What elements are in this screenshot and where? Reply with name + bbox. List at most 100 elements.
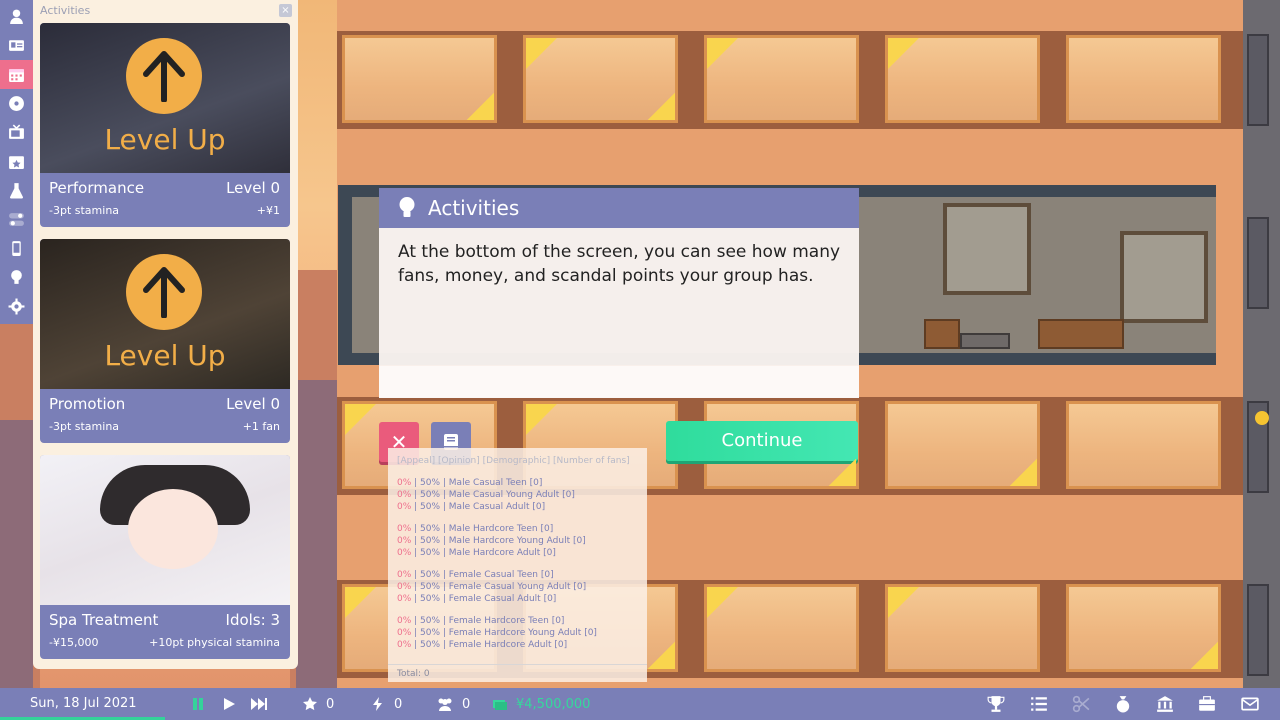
level-up-badge [126,254,202,330]
activity-card-spa-treatment[interactable]: Spa Treatment Idols: 3 -¥15,000 +10pt ph… [40,455,290,659]
continue-button[interactable]: Continue [666,421,858,461]
list-item: 0% | 50% | Male Casual Teen [0] [397,478,575,490]
elevator-indicator [1255,411,1269,425]
cardboard-box [1038,319,1124,349]
sidebar-item-idols[interactable] [0,2,33,31]
demographic-label: Male Hardcore Teen [0] [448,524,554,534]
phone-icon [12,241,21,256]
list-item: 0% | 50% | Female Casual Adult [0] [397,594,586,606]
appeal-value: 0% [397,616,412,626]
level-up-label: Level Up [104,123,226,156]
fast-forward-icon [251,698,267,710]
activity-level: Level 0 [226,179,280,197]
pause-icon [193,698,203,710]
toggle-icon [9,213,24,226]
activity-card-performance[interactable]: Level Up Performance Level 0 -3pt stamin… [40,23,290,227]
dialog-footer [379,366,859,398]
sidebar-item-events[interactable] [0,147,33,176]
sidebar-item-policies[interactable] [0,205,33,234]
activity-reward: +10pt physical stamina [149,636,280,649]
scissors-button[interactable] [1071,694,1091,714]
lightning-icon [373,697,382,711]
demographic-label: Female Hardcore Teen [0] [448,616,565,626]
briefcase-icon [1199,696,1215,711]
opinion-value: | 50% | [411,524,449,534]
users-icon [438,698,452,711]
sidebar-item-tips[interactable] [0,263,33,292]
bank-icon [1157,696,1173,712]
activity-name: Performance [49,179,145,197]
building-window [1066,401,1221,489]
opinion-value: | 50% | [411,582,449,592]
sidebar-item-singles[interactable] [0,89,33,118]
sidebar-item-settings[interactable] [0,292,33,321]
appeal-value: 0% [397,478,412,488]
activity-card-promotion[interactable]: Level Up Promotion Level 0 -3pt stamina … [40,239,290,443]
demographic-label: Male Hardcore Young Adult [0] [448,536,586,546]
appeal-value: 0% [397,536,412,546]
play-icon [224,698,235,710]
mail-button[interactable] [1240,694,1260,714]
sidebar-item-schedule[interactable] [0,60,33,89]
lightbulb-icon [399,197,415,217]
fans-tooltip: [Appeal] [Opinion] [Demographic] [Number… [388,448,647,682]
finances-button[interactable] [1113,694,1133,714]
sidebar-item-research[interactable] [0,176,33,205]
stars-value: 0 [326,696,335,712]
fans-header: [Appeal] [Opinion] [Demographic] [Number… [397,456,630,466]
building-window [885,401,1040,489]
fans-value: 0 [462,696,471,712]
list-item: 0% | 50% | Female Hardcore Adult [0] [397,640,597,652]
fast-forward-button[interactable] [250,695,276,713]
pause-button[interactable] [190,695,214,713]
city-building [296,380,337,688]
sidebar-item-phone[interactable] [0,234,33,263]
illustration-face [128,489,218,569]
tasks-button[interactable] [1029,694,1049,714]
mail-icon [1241,697,1259,711]
star-icon [303,697,317,711]
tutorial-dialog: Activities At the bottom of the screen, … [379,188,859,398]
business-button[interactable] [1197,694,1217,714]
elevator-shaft [1243,0,1280,688]
list-item: 0% | 50% | Female Casual Teen [0] [397,570,586,582]
opinion-value: | 50% | [411,478,449,488]
activity-cost: -¥15,000 [49,636,99,649]
play-button[interactable] [221,695,245,713]
activities-close-button[interactable]: × [279,4,292,17]
activity-idols: Idols: 3 [225,611,280,629]
opinion-value: | 50% | [411,594,449,604]
list-item: 0% | 50% | Male Casual Adult [0] [397,502,575,514]
building-window [1066,584,1221,672]
room-window [1120,231,1208,323]
demographic-label: Female Casual Adult [0] [448,594,557,604]
sidebar-item-shows[interactable] [0,118,33,147]
list-item: 0% | 50% | Female Hardcore Young Adult [… [397,628,597,640]
sidebar-item-profile[interactable] [0,31,33,60]
fans-group-male-casual: 0% | 50% | Male Casual Teen [0] 0% | 50%… [397,478,575,514]
opinion-value: | 50% | [411,490,449,500]
appeal-value: 0% [397,524,412,534]
calendar-icon [9,69,24,82]
elevator-door [1247,584,1269,676]
demographic-label: Male Casual Young Adult [0] [448,490,575,500]
building-window [1066,35,1221,123]
demographic-label: Female Hardcore Young Adult [0] [448,628,597,638]
appeal-value: 0% [397,570,412,580]
building-window [704,584,859,672]
activities-panel-title: Activities [40,4,91,17]
fans-counter[interactable]: 0 [436,695,470,713]
trophy-button[interactable] [986,694,1006,714]
activity-reward: +1 fan [242,420,280,433]
appeal-value: 0% [397,640,412,650]
demographic-label: Female Hardcore Adult [0] [448,640,568,650]
demographic-label: Female Casual Teen [0] [448,570,554,580]
appeal-value: 0% [397,582,412,592]
flask-icon [9,183,24,199]
building-window [885,584,1040,672]
list-item: 0% | 50% | Male Hardcore Teen [0] [397,524,586,536]
bottom-status-bar: Sun, 18 Jul 2021 0 0 0 ¥4,500,000 [0,688,1280,720]
list-item: 0% | 50% | Male Hardcore Young Adult [0] [397,536,586,548]
bank-button[interactable] [1155,694,1175,714]
dialog-title: Activities [428,196,520,220]
